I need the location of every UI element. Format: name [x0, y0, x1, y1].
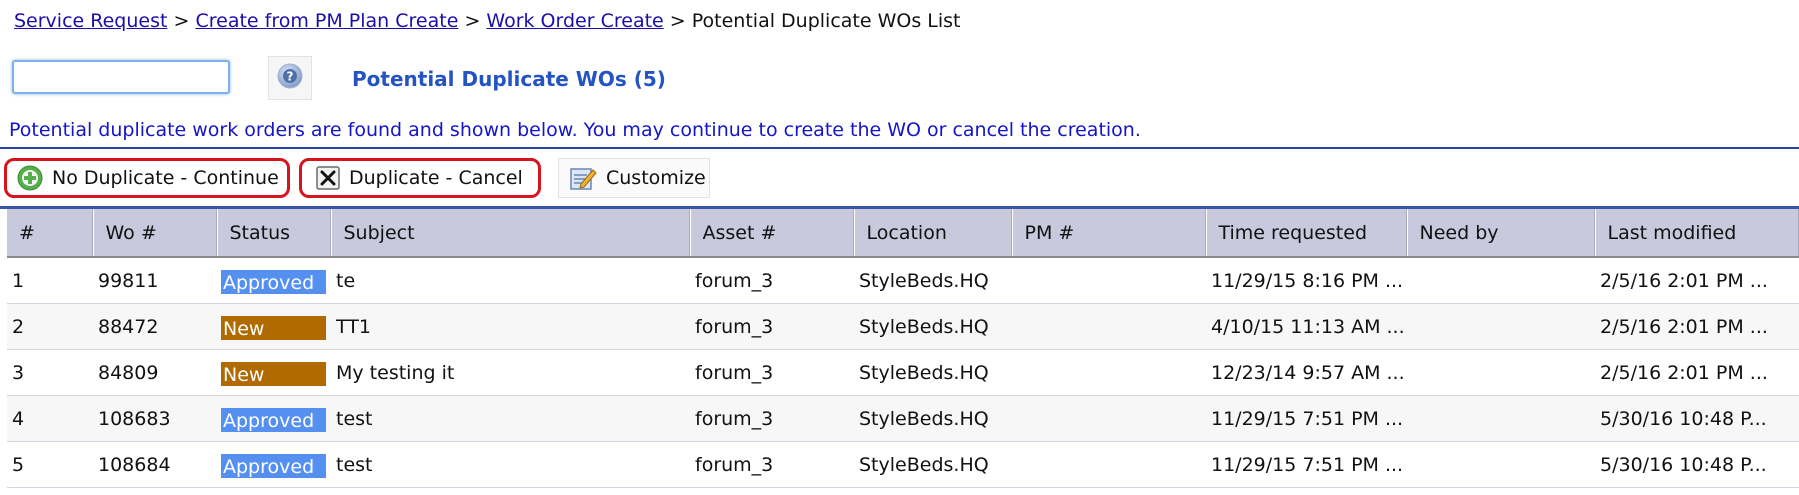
cell-last-modified: 2/5/16 2:01 PM ...	[1595, 303, 1799, 350]
table-row[interactable]: 4 108683 Approved test forum_3 StyleBeds.HQ 11…	[7, 395, 1799, 442]
help-button[interactable]: ?	[268, 56, 312, 100]
duplicate-cancel-button[interactable]: Duplicate - Cancel	[299, 158, 541, 198]
cell-need-by	[1407, 395, 1595, 442]
cell-asset: forum_3	[690, 395, 854, 442]
cell-number: 3	[7, 349, 93, 396]
help-icon: ?	[277, 63, 303, 94]
cell-location: StyleBeds.HQ	[854, 257, 1012, 304]
cell-pm	[1012, 441, 1206, 488]
close-icon	[316, 166, 340, 190]
status-badge: Approved	[221, 453, 326, 478]
cell-pm	[1012, 349, 1206, 396]
status-badge: Approved	[221, 407, 326, 432]
cell-wo: 108683	[93, 395, 217, 442]
status-badge: Approved	[221, 269, 326, 294]
cell-wo: 84809	[93, 349, 217, 396]
column-header-location[interactable]: Location	[854, 209, 1013, 258]
cell-status: Approved	[217, 395, 331, 442]
cell-last-modified: 5/30/16 10:48 P...	[1595, 441, 1799, 488]
column-header-last-modified[interactable]: Last modified	[1595, 209, 1799, 258]
cell-asset: forum_3	[690, 303, 854, 350]
breadcrumb: Service Request > Create from PM Plan Cr…	[14, 10, 960, 32]
column-header-pm[interactable]: PM #	[1012, 209, 1207, 258]
cell-wo: 88472	[93, 303, 217, 350]
breadcrumb-link-work-order-create[interactable]: Work Order Create	[486, 10, 663, 32]
cell-location: StyleBeds.HQ	[854, 441, 1012, 488]
table-header-row: # Wo # Status Subject Asset # Location P…	[7, 209, 1799, 258]
cell-last-modified: 5/30/16 10:48 P...	[1595, 395, 1799, 442]
cell-time-requested: 11/29/15 8:16 PM ...	[1206, 257, 1407, 304]
cell-wo: 99811	[93, 257, 217, 304]
breadcrumb-separator: >	[173, 10, 190, 32]
cell-pm	[1012, 257, 1206, 304]
cell-status: Approved	[217, 441, 331, 488]
column-header-time-requested[interactable]: Time requested	[1206, 209, 1408, 258]
cell-status: Approved	[217, 257, 331, 304]
cell-subject: My testing it	[331, 349, 690, 396]
edit-form-icon	[569, 164, 597, 192]
cell-location: StyleBeds.HQ	[854, 349, 1012, 396]
cell-need-by	[1407, 303, 1595, 350]
column-header-subject[interactable]: Subject	[331, 209, 691, 258]
breadcrumb-separator: >	[669, 10, 686, 32]
breadcrumb-link-create-from-pm-plan[interactable]: Create from PM Plan Create	[195, 10, 458, 32]
cell-pm	[1012, 303, 1206, 350]
cell-last-modified: 2/5/16 2:01 PM ...	[1595, 349, 1799, 396]
cell-location: StyleBeds.HQ	[854, 395, 1012, 442]
status-badge: New	[221, 315, 326, 340]
cell-number: 1	[7, 257, 93, 304]
breadcrumb-link-service-request[interactable]: Service Request	[14, 10, 167, 32]
cell-subject: test	[331, 441, 690, 488]
cell-need-by	[1407, 441, 1595, 488]
breadcrumb-separator: >	[464, 10, 481, 32]
column-header-number[interactable]: #	[7, 209, 94, 258]
cell-subject: test	[331, 395, 690, 442]
cell-status: New	[217, 349, 331, 396]
search-input[interactable]	[12, 60, 230, 94]
cell-time-requested: 11/29/15 7:51 PM ...	[1206, 441, 1407, 488]
divider	[0, 147, 1799, 149]
duplicate-wo-table: # Wo # Status Subject Asset # Location P…	[7, 209, 1799, 488]
cell-time-requested: 4/10/15 11:13 AM ...	[1206, 303, 1407, 350]
cell-pm	[1012, 395, 1206, 442]
cell-asset: forum_3	[690, 349, 854, 396]
svg-text:?: ?	[287, 69, 294, 83]
column-header-wo[interactable]: Wo #	[93, 209, 218, 258]
column-header-need-by[interactable]: Need by	[1407, 209, 1596, 258]
table-row[interactable]: 5 108684 Approved test forum_3 StyleBeds.HQ 11…	[7, 441, 1799, 488]
cell-number: 2	[7, 303, 93, 350]
cell-status: New	[217, 303, 331, 350]
cell-subject: TT1	[331, 303, 690, 350]
table-row[interactable]: 2 88472 New TT1 forum_3 StyleBeds.HQ 4/10/15 1…	[7, 303, 1799, 350]
cell-number: 5	[7, 441, 93, 488]
customize-button[interactable]: Customize	[558, 158, 710, 198]
cell-need-by	[1407, 349, 1595, 396]
breadcrumb-current: Potential Duplicate WOs List	[691, 10, 961, 32]
cell-last-modified: 2/5/16 2:01 PM ...	[1595, 257, 1799, 304]
info-message: Potential duplicate work orders are foun…	[9, 119, 1141, 141]
cell-time-requested: 12/23/14 9:57 AM ...	[1206, 349, 1407, 396]
cell-number: 4	[7, 395, 93, 442]
column-header-asset[interactable]: Asset #	[690, 209, 855, 258]
add-icon	[17, 165, 43, 191]
column-header-status[interactable]: Status	[217, 209, 332, 258]
table-row[interactable]: 3 84809 New My testing it forum_3 StyleBeds.H…	[7, 349, 1799, 396]
continue-label: No Duplicate - Continue	[52, 167, 279, 189]
table-row[interactable]: 1 99811 Approved te forum_3 StyleBeds.HQ 11/29…	[7, 257, 1799, 304]
cell-need-by	[1407, 257, 1595, 304]
no-duplicate-continue-button[interactable]: No Duplicate - Continue	[4, 158, 290, 198]
cell-asset: forum_3	[690, 441, 854, 488]
cell-asset: forum_3	[690, 257, 854, 304]
cell-time-requested: 11/29/15 7:51 PM ...	[1206, 395, 1407, 442]
cancel-label: Duplicate - Cancel	[349, 167, 523, 189]
cell-location: StyleBeds.HQ	[854, 303, 1012, 350]
cell-wo: 108684	[93, 441, 217, 488]
customize-label: Customize	[606, 167, 706, 189]
cell-subject: te	[331, 257, 690, 304]
status-badge: New	[221, 361, 326, 386]
page-title: Potential Duplicate WOs (5)	[352, 67, 666, 91]
